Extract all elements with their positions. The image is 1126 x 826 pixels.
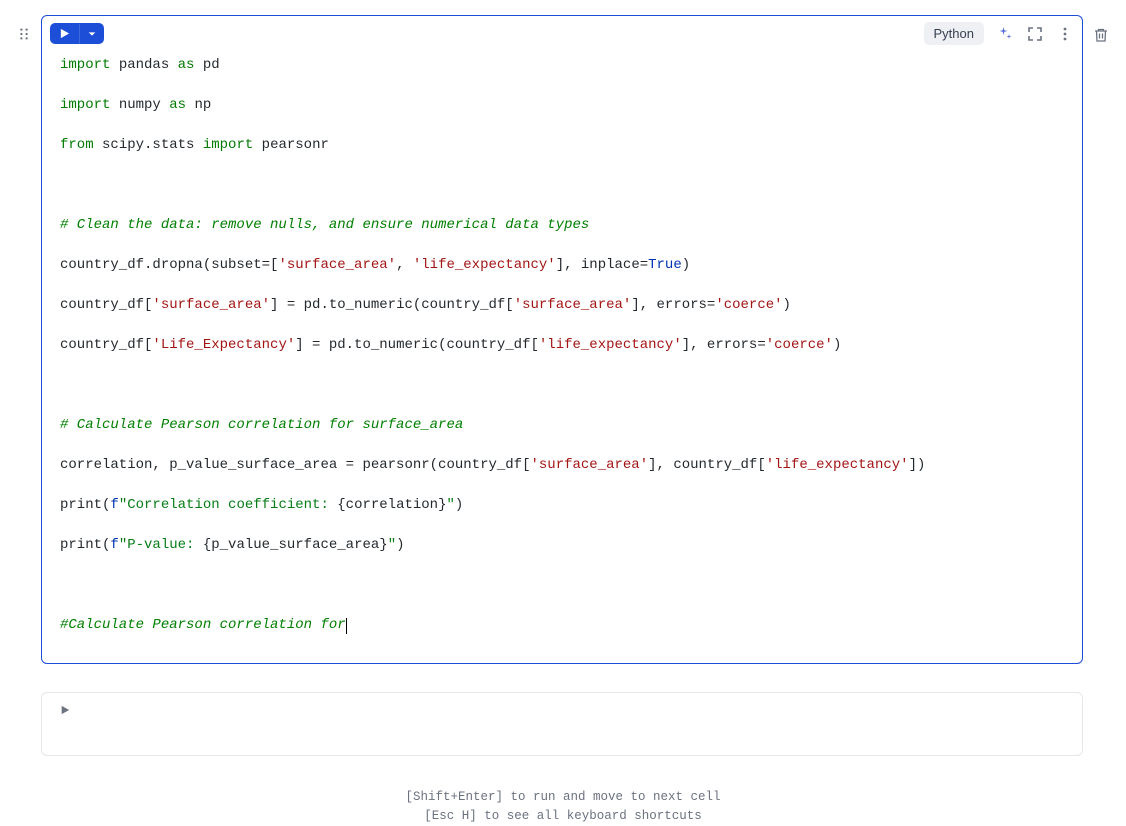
keyboard-shortcuts-hint: [Shift+Enter] to run and move to next ce… (15, 788, 1111, 826)
empty-code-cell[interactable] (41, 692, 1083, 756)
text-cursor-icon (346, 618, 347, 634)
run-button[interactable] (50, 23, 79, 44)
code-keyword: import (60, 57, 110, 73)
more-options-icon[interactable] (1056, 25, 1074, 43)
run-button-group (50, 23, 104, 44)
code-comment: # Clean the data: remove nulls, and ensu… (60, 215, 1064, 235)
active-code-cell[interactable]: Python (41, 15, 1083, 664)
notebook-container: Python (15, 15, 1111, 664)
language-badge[interactable]: Python (924, 22, 984, 45)
hint-line: [Shift+Enter] to run and move to next ce… (15, 788, 1111, 807)
delete-cell-button[interactable] (1091, 25, 1111, 45)
drag-handle-icon[interactable] (15, 25, 33, 43)
hint-line: [Esc H] to see all keyboard shortcuts (15, 807, 1111, 826)
code-comment: # Calculate Pearson correlation for surf… (60, 415, 1064, 435)
code-editor[interactable]: import pandas as pd import numpy as np f… (42, 47, 1082, 663)
run-icon[interactable] (60, 705, 1064, 715)
toolbar-right: Python (924, 22, 1074, 45)
run-dropdown-button[interactable] (79, 24, 104, 44)
cell-wrapper: Python (41, 15, 1083, 664)
code-comment: #Calculate Pearson correlation for (60, 617, 346, 633)
sparkle-icon[interactable] (996, 25, 1014, 43)
toolbar-left (50, 23, 104, 44)
expand-icon[interactable] (1026, 25, 1044, 43)
cell-toolbar: Python (42, 16, 1082, 47)
